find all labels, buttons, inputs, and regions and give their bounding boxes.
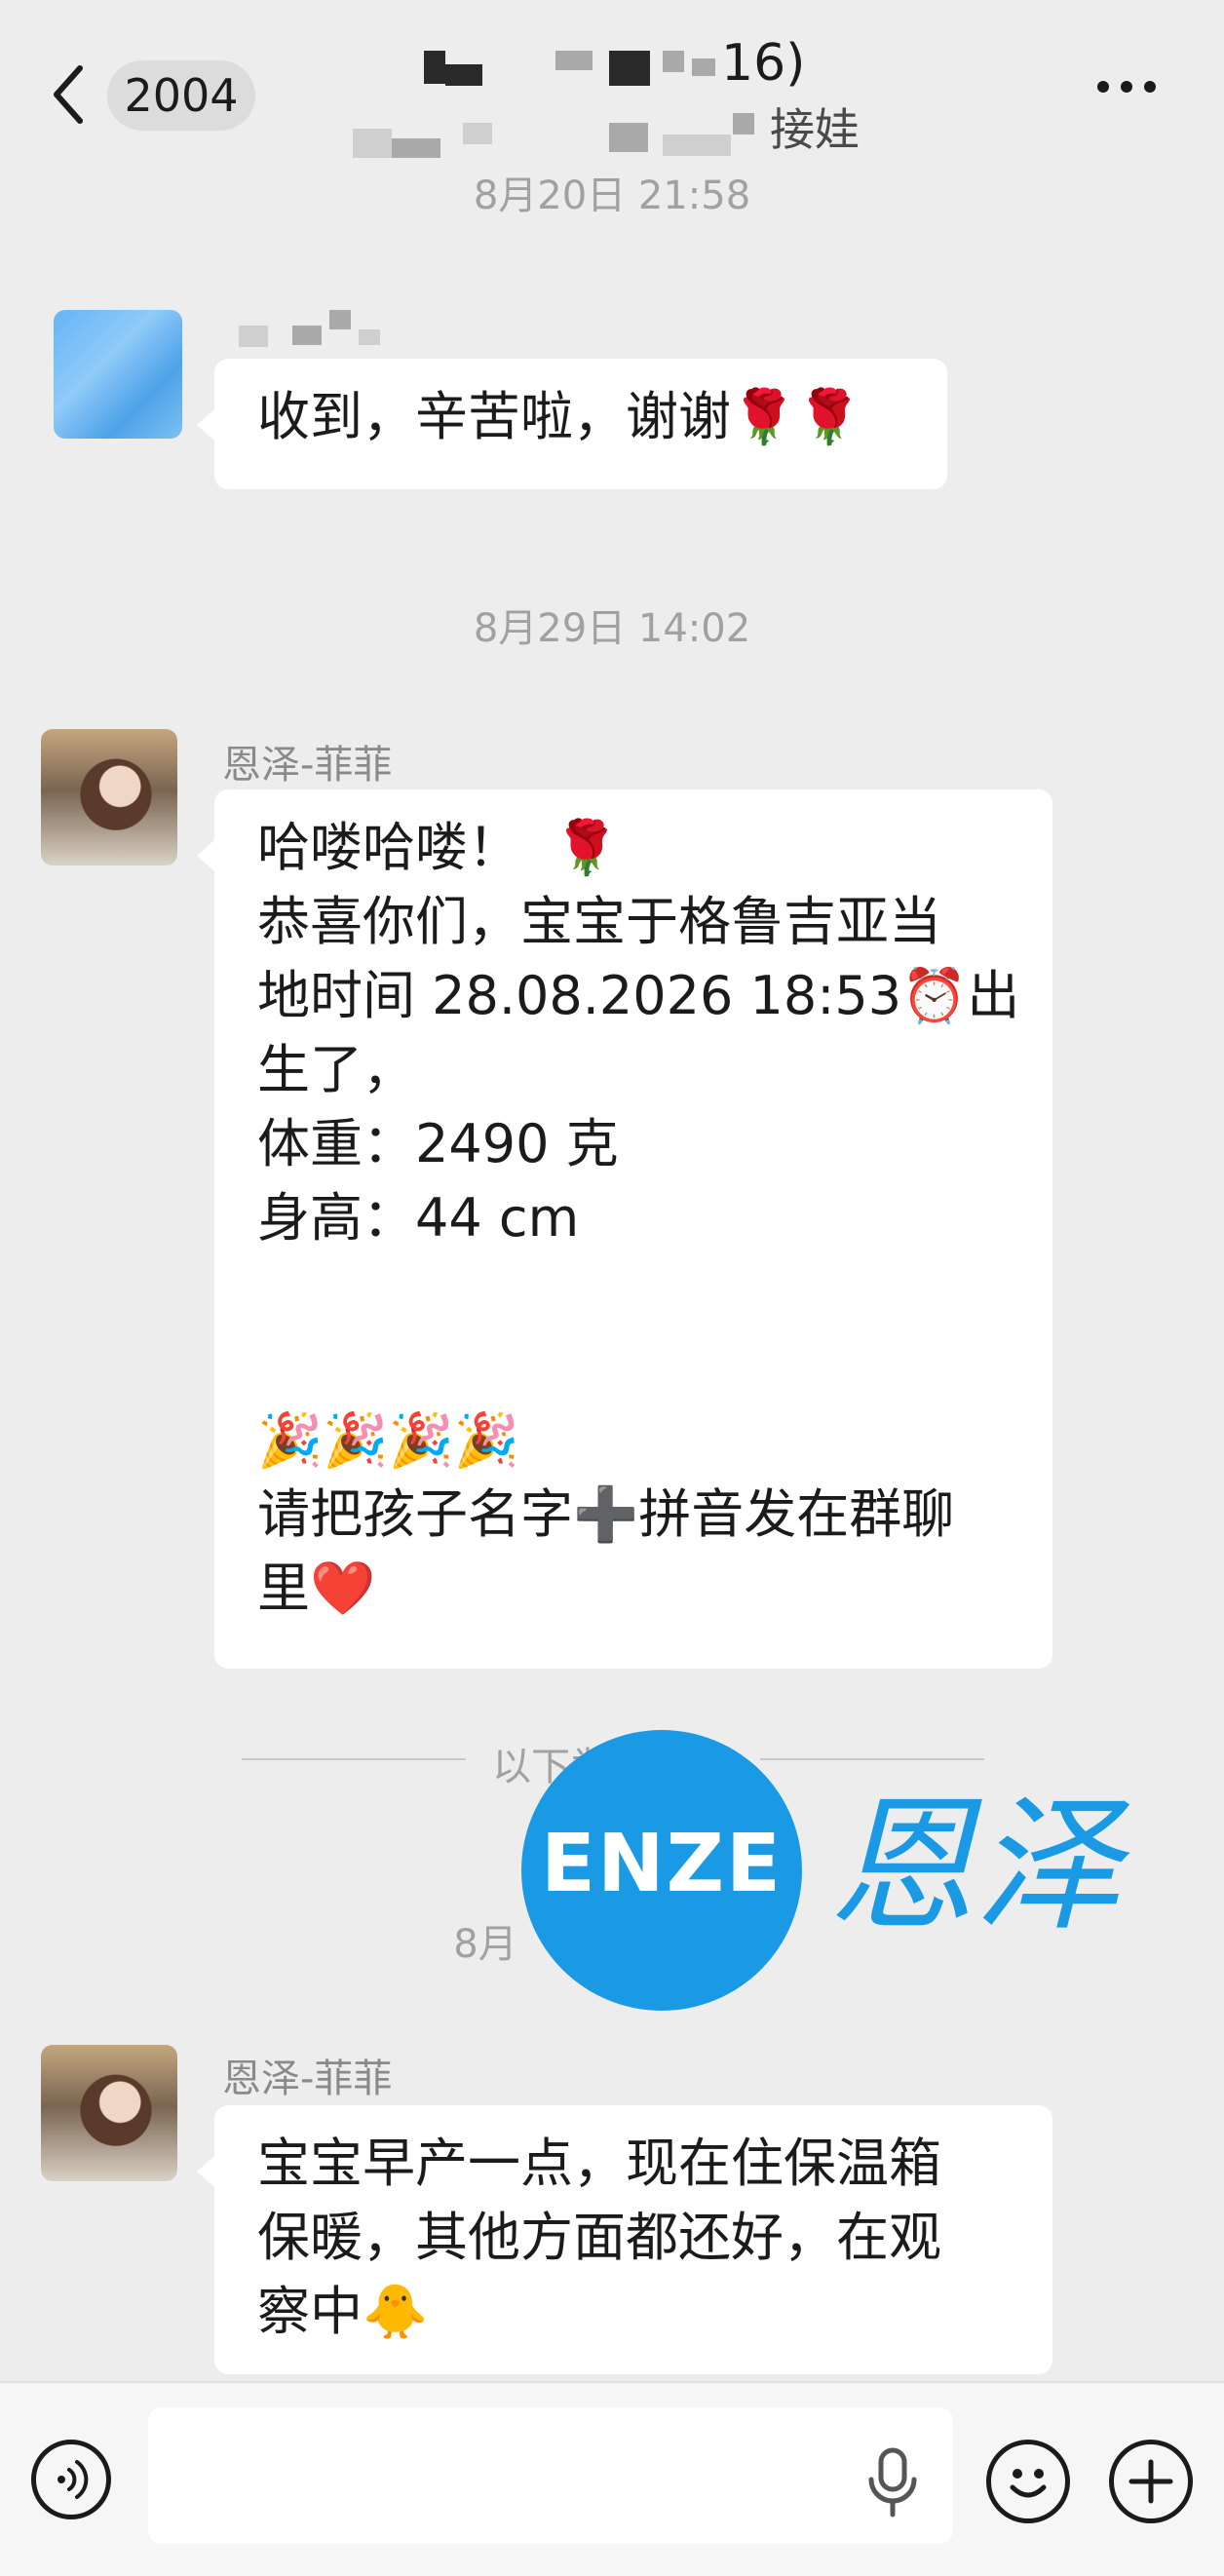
message-text: 收到，辛苦啦，谢谢🌹🌹 <box>257 386 862 447</box>
message-text: 察中🐥 <box>257 2281 429 2342</box>
redacted-title-block <box>424 51 445 84</box>
message-bubble[interactable]: 宝宝早产一点，现在住保温箱 保暖，其他方面都还好，在观 察中🐥 <box>197 2105 1052 2374</box>
chevron-left-icon <box>54 65 83 124</box>
emoji-button[interactable] <box>986 2440 1070 2523</box>
redacted-subtitle-block <box>609 123 648 152</box>
message-bubble[interactable]: 哈喽哈喽！ 🌹 恭喜你们，宝宝于格鲁吉亚当 地时间 28.08.2026 18:… <box>197 789 1052 1669</box>
plus-icon <box>1128 2459 1173 2504</box>
chat-title: 16) <box>721 29 858 97</box>
message-text: 地时间 28.08.2026 18:53⏰出 <box>257 965 1020 1026</box>
redacted-subtitle-block <box>663 135 731 156</box>
avatar[interactable] <box>41 2045 177 2181</box>
voice-button[interactable] <box>31 2440 111 2519</box>
chat-subtitle: 接娃 <box>770 97 916 162</box>
redacted-title-block <box>692 58 715 76</box>
chat-title-suffix: 16) <box>721 34 806 93</box>
message-text: 请把孩子名字➕拼音发在群聊 <box>257 1483 955 1545</box>
redacted-sender-name <box>292 326 322 345</box>
unread-count-badge[interactable]: 2004 <box>107 60 255 131</box>
more-dots-icon <box>1121 81 1132 93</box>
redacted-subtitle-block <box>463 123 492 144</box>
message-text: 恭喜你们，宝宝于格鲁吉亚当 <box>257 891 941 952</box>
redacted-subtitle-block <box>392 138 440 158</box>
message-input[interactable] <box>148 2407 953 2544</box>
message-text: 里❤️ <box>257 1557 376 1619</box>
message-bubble[interactable]: 收到，辛苦啦，谢谢🌹🌹 <box>197 359 947 489</box>
chat-header: 2004 16) 接娃 <box>0 0 1224 177</box>
message-text: 体重：2490 克 <box>257 1113 619 1174</box>
more-button[interactable] <box>1091 78 1169 117</box>
message-text: 哈喽哈喽！ 🌹 <box>257 817 620 878</box>
redacted-sender-name <box>359 329 380 345</box>
message-text: 身高：44 cm <box>257 1187 580 1249</box>
redacted-subtitle-block <box>733 113 754 135</box>
new-messages-divider-line <box>242 1758 466 1760</box>
chat-subtitle-suffix: 接娃 <box>770 103 860 156</box>
message-text <box>257 1255 1010 1329</box>
redacted-title-block <box>609 51 650 86</box>
redacted-title-block <box>445 64 482 86</box>
redacted-sender-name <box>329 310 351 329</box>
redacted-title-block <box>663 51 684 72</box>
message-text: 宝宝早产一点，现在住保温箱 <box>257 2133 941 2194</box>
watermark-logo-text: ENZE <box>540 1818 784 1910</box>
message-text: 🎉🎉🎉🎉 <box>257 1409 519 1471</box>
more-dots-icon <box>1097 81 1109 93</box>
sender-name: 恩泽-菲菲 <box>222 2057 393 2101</box>
sender-name: 恩泽-菲菲 <box>222 743 393 788</box>
back-button[interactable] <box>49 60 88 129</box>
message-text: 生了， <box>257 1039 415 1100</box>
message-text: 保暖，其他方面都还好，在观 <box>257 2207 941 2268</box>
redacted-subtitle-block <box>353 129 392 158</box>
new-messages-divider-line <box>760 1758 984 1760</box>
message-timestamp: 8月29日 14:02 <box>473 606 751 651</box>
avatar[interactable] <box>41 729 177 865</box>
message-timestamp: 8月20日 21:58 <box>473 173 751 218</box>
redacted-sender-name <box>239 326 268 347</box>
microphone-icon[interactable] <box>865 2446 920 2518</box>
emoji-icon <box>1010 2469 1047 2498</box>
more-dots-icon <box>1144 81 1156 93</box>
plus-button[interactable] <box>1109 2440 1193 2523</box>
redacted-title-block <box>555 51 593 70</box>
voice-icon <box>57 2460 89 2499</box>
watermark-chinese-text: 恩泽 <box>828 1782 1122 1951</box>
avatar[interactable] <box>54 310 182 439</box>
message-text <box>257 1329 1010 1403</box>
